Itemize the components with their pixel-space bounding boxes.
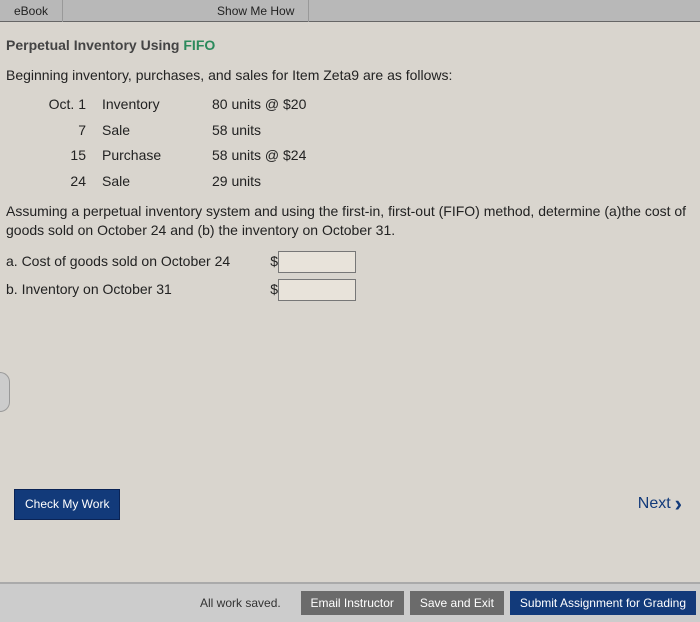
table-row: 7 Sale 58 units [46,121,690,141]
intro-text: Beginning inventory, purchases, and sale… [6,66,690,86]
check-my-work-button[interactable]: Check My Work [14,489,120,520]
show-me-how-tab[interactable]: Show Me How [203,0,309,22]
save-status: All work saved. [200,596,281,610]
transaction-table: Oct. 1 Inventory 80 units @ $20 7 Sale 5… [46,95,690,191]
bottom-bar: All work saved. Email Instructor Save an… [0,582,700,622]
tx-type: Sale [102,121,212,141]
chevron-right-icon: › [675,489,682,520]
next-button[interactable]: Next › [638,489,682,520]
question-b-row: b. Inventory on October 31 $ [6,279,690,301]
assumption-text: Assuming a perpetual inventory system an… [6,202,690,241]
tx-date: Oct. 1 [46,95,102,115]
table-row: 24 Sale 29 units [46,172,690,192]
save-and-exit-button[interactable]: Save and Exit [410,591,504,615]
cogs-input[interactable] [278,251,356,273]
dollar-sign: $ [266,280,278,300]
tx-type: Purchase [102,146,212,166]
tx-type: Inventory [102,95,212,115]
next-label: Next [638,493,671,515]
side-handle[interactable] [0,372,10,412]
tx-amount: 29 units [212,172,372,192]
ebook-tab[interactable]: eBook [0,0,63,22]
dollar-sign: $ [266,252,278,272]
tx-amount: 80 units @ $20 [212,95,372,115]
table-row: 15 Purchase 58 units @ $24 [46,146,690,166]
email-instructor-button[interactable]: Email Instructor [301,591,404,615]
tx-date: 7 [46,121,102,141]
question-title: Perpetual Inventory Using FIFO [6,36,690,56]
question-a-row: a. Cost of goods sold on October 24 $ [6,251,690,273]
question-b-label: b. Inventory on October 31 [6,280,266,300]
tx-amount: 58 units [212,121,372,141]
tx-amount: 58 units @ $24 [212,146,372,166]
top-toolbar: eBook Show Me How [0,0,700,22]
submit-assignment-button[interactable]: Submit Assignment for Grading [510,591,696,615]
title-method: FIFO [183,37,215,53]
tx-date: 24 [46,172,102,192]
table-row: Oct. 1 Inventory 80 units @ $20 [46,95,690,115]
tx-type: Sale [102,172,212,192]
tx-date: 15 [46,146,102,166]
title-prefix: Perpetual Inventory Using [6,37,183,53]
question-content: Perpetual Inventory Using FIFO Beginning… [0,22,700,582]
question-a-label: a. Cost of goods sold on October 24 [6,252,266,272]
inventory-input[interactable] [278,279,356,301]
